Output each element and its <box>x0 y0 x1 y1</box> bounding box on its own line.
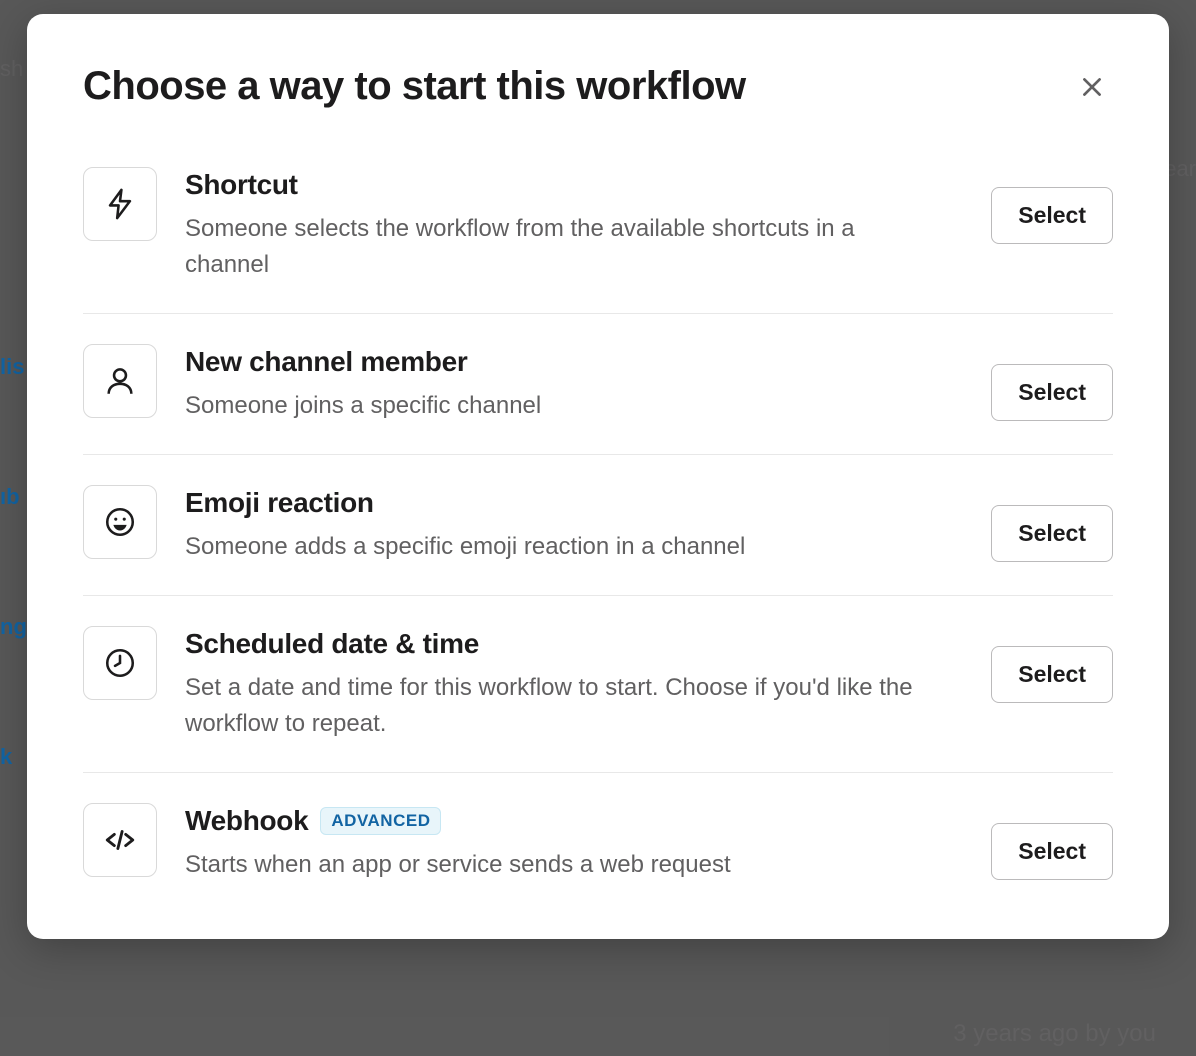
select-button-shortcut[interactable]: Select <box>991 187 1113 244</box>
trigger-option-emoji-reaction: Emoji reaction Someone adds a specific e… <box>83 455 1113 596</box>
trigger-description: Someone joins a specific channel <box>185 388 943 424</box>
trigger-description: Someone adds a specific emoji reaction i… <box>185 529 943 565</box>
select-button-new-channel-member[interactable]: Select <box>991 364 1113 421</box>
code-icon <box>103 823 137 857</box>
clock-icon <box>103 646 137 680</box>
advanced-badge: ADVANCED <box>320 807 441 835</box>
select-button-emoji-reaction[interactable]: Select <box>991 505 1113 562</box>
trigger-option-scheduled: Scheduled date & time Set a date and tim… <box>83 596 1113 773</box>
trigger-icon-box <box>83 626 157 700</box>
close-button[interactable] <box>1071 66 1113 108</box>
trigger-title: Scheduled date & time <box>185 628 479 660</box>
trigger-text: Webhook ADVANCED Starts when an app or s… <box>185 803 963 883</box>
trigger-text: Emoji reaction Someone adds a specific e… <box>185 485 963 565</box>
lightning-icon <box>103 187 137 221</box>
trigger-option-webhook: Webhook ADVANCED Starts when an app or s… <box>83 773 1113 883</box>
trigger-title: New channel member <box>185 346 467 378</box>
trigger-text: Scheduled date & time Set a date and tim… <box>185 626 963 742</box>
trigger-description: Someone selects the workflow from the av… <box>185 211 943 283</box>
trigger-icon-box <box>83 803 157 877</box>
select-button-scheduled[interactable]: Select <box>991 646 1113 703</box>
close-icon <box>1079 74 1105 100</box>
select-button-webhook[interactable]: Select <box>991 823 1113 880</box>
trigger-title: Shortcut <box>185 169 298 201</box>
trigger-icon-box <box>83 485 157 559</box>
trigger-option-shortcut: Shortcut Someone selects the workflow fr… <box>83 167 1113 314</box>
trigger-icon-box <box>83 344 157 418</box>
modal-title: Choose a way to start this workflow <box>83 64 746 109</box>
workflow-trigger-modal: Choose a way to start this workflow Shor… <box>27 14 1169 939</box>
trigger-title: Webhook <box>185 805 308 837</box>
trigger-title: Emoji reaction <box>185 487 374 519</box>
trigger-list: Shortcut Someone selects the workflow fr… <box>83 167 1113 883</box>
trigger-icon-box <box>83 167 157 241</box>
trigger-description: Starts when an app or service sends a we… <box>185 847 943 883</box>
trigger-description: Set a date and time for this workflow to… <box>185 670 943 742</box>
modal-header: Choose a way to start this workflow <box>83 64 1113 109</box>
background-footer-text: 3 years ago by you <box>953 1020 1156 1048</box>
smiley-icon <box>103 505 137 539</box>
trigger-option-new-channel-member: New channel member Someone joins a speci… <box>83 314 1113 455</box>
trigger-text: Shortcut Someone selects the workflow fr… <box>185 167 963 283</box>
trigger-text: New channel member Someone joins a speci… <box>185 344 963 424</box>
person-icon <box>103 364 137 398</box>
